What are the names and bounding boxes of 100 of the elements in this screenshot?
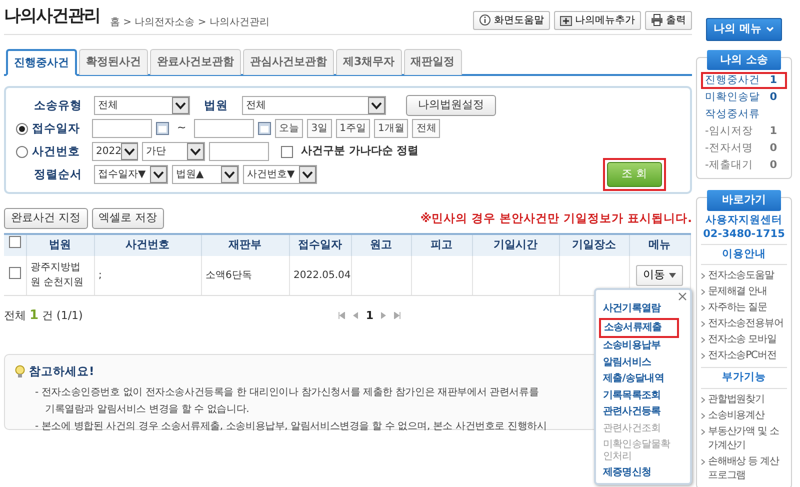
- printer-icon: [651, 14, 663, 26]
- chevron-right-icon: [701, 413, 705, 419]
- chevron-right-icon: [701, 353, 705, 360]
- date-range-button[interactable]: 1주일: [336, 119, 370, 138]
- date-input[interactable]: [194, 119, 254, 138]
- caret-icon: [669, 272, 676, 278]
- sidebar-link[interactable]: 전자소송도움말: [701, 268, 787, 284]
- action-button[interactable]: 완료사건 지정: [4, 208, 88, 228]
- tab[interactable]: 진행중사건: [6, 48, 77, 76]
- sidebar-link[interactable]: -전자서명 0: [701, 140, 787, 157]
- menu-item[interactable]: 기록목록조회: [601, 388, 681, 404]
- table-cell: ;: [98, 270, 102, 281]
- sidebar-link[interactable]: 전자소송 모바일: [701, 332, 787, 348]
- menu-item[interactable]: 알림서비스: [601, 354, 681, 371]
- column-header: 재판부: [201, 234, 289, 256]
- column-header: 원고: [351, 234, 411, 256]
- sidebar-link[interactable]: 전자소송PC버전: [701, 348, 787, 364]
- menu-item[interactable]: 소송비용납부: [601, 338, 681, 354]
- checkbox[interactable]: [8, 266, 21, 279]
- sidebar-link[interactable]: 관할법원찾기: [701, 392, 787, 408]
- first-page-icon[interactable]: [338, 312, 345, 320]
- sidebar-link[interactable]: 손해배상 등 계산 프로그램: [701, 454, 787, 484]
- sidebar-link[interactable]: 전자소송전용뷰어: [701, 316, 787, 332]
- field-label: 사건번호: [32, 142, 81, 160]
- select-field[interactable]: 전체: [94, 96, 190, 115]
- date-range-button[interactable]: 1개월: [374, 119, 408, 138]
- notice-text: - 본소에 병합된 사건의 경우 소송서류제출, 소송비용납부, 알림서비스변경을 할 수 없으며, 본소 사건번호로 진행하시: [34, 420, 547, 434]
- sidebar-link[interactable]: 자주하는 질문: [701, 300, 787, 316]
- tab[interactable]: 재판일정: [404, 48, 462, 75]
- next-page-icon[interactable]: [381, 312, 386, 320]
- previous-page-icon[interactable]: [352, 312, 358, 320]
- radio-button[interactable]: [16, 122, 28, 134]
- date-range-button[interactable]: 전체: [412, 119, 440, 138]
- date-input[interactable]: [92, 119, 152, 138]
- header-button[interactable]: 출력: [645, 10, 692, 30]
- chevron-right-icon: [701, 273, 705, 280]
- menu-item: 미확인송달물확인처리: [602, 438, 672, 464]
- sidebar-link[interactable]: 문제해결 안내: [701, 284, 787, 300]
- chevron-right-icon: [701, 429, 705, 435]
- menu-item[interactable]: 사건기록열람: [601, 301, 681, 318]
- caret-icon: [172, 97, 189, 114]
- page-number[interactable]: 1: [366, 308, 374, 324]
- info-icon: [479, 14, 491, 26]
- header-button[interactable]: 나의메뉴추가: [554, 10, 641, 30]
- section-title: 이용안내: [701, 244, 787, 266]
- select-field[interactable]: 2022: [92, 142, 138, 161]
- table-cell: 2022.05.04: [294, 270, 351, 281]
- caret-icon: [121, 143, 138, 160]
- checkbox[interactable]: [8, 236, 21, 248]
- menu-item[interactable]: 관련사건등록: [601, 404, 681, 420]
- sidebar-link[interactable]: 미확인송달 0: [701, 89, 787, 106]
- result-count: 전체 1 건 (1/1): [4, 307, 83, 325]
- menu-item[interactable]: 소송서류제출: [599, 318, 679, 338]
- move-button[interactable]: 이동: [636, 265, 683, 286]
- header-button[interactable]: 화면도움말: [473, 10, 550, 30]
- breadcrumb: 홈 > 나의전자소송 > 나의사건관리: [110, 16, 270, 30]
- caret-icon: [221, 166, 238, 183]
- sidebar-link[interactable]: -임시저장 1: [701, 123, 787, 140]
- select-field[interactable]: 전체: [242, 96, 386, 115]
- action-button[interactable]: 엑셀로 저장: [92, 208, 164, 228]
- date-range-button[interactable]: 3일: [307, 119, 332, 138]
- support-center-label: 사용자지원센터: [704, 212, 784, 226]
- checkbox[interactable]: [281, 146, 293, 158]
- tab[interactable]: 제3채무자: [336, 48, 402, 75]
- radio-button[interactable]: [16, 146, 28, 158]
- date-range-button[interactable]: 오늘: [275, 119, 304, 138]
- chevron-right-icon: [701, 459, 705, 465]
- sidebar-link[interactable]: 진행중사건 1: [701, 72, 787, 89]
- last-page-icon[interactable]: [394, 312, 402, 320]
- calendar-icon[interactable]: [156, 122, 169, 135]
- calendar-icon[interactable]: [258, 122, 272, 135]
- field-label: 법원: [203, 96, 229, 114]
- caret-icon: [150, 166, 167, 183]
- tab[interactable]: 관심사건보관함: [243, 48, 334, 75]
- sidebar-link[interactable]: 소송비용계산: [701, 408, 787, 424]
- chevron-right-icon: [701, 289, 705, 296]
- close-icon[interactable]: [678, 292, 687, 301]
- column-header: 기일시간: [472, 234, 559, 256]
- column-header: 접수일자: [289, 234, 351, 256]
- tab[interactable]: 완료사건보관함: [150, 48, 241, 75]
- case-number-input[interactable]: [209, 142, 269, 161]
- select-field[interactable]: 접수일자▼: [94, 165, 168, 184]
- my-menu-button[interactable]: 나의 메뉴: [706, 18, 782, 40]
- tab[interactable]: 확정된사건: [79, 48, 148, 75]
- column-header: 법원: [26, 234, 94, 256]
- caret-icon: [299, 166, 316, 183]
- sidebar-link[interactable]: 작성중서류: [701, 106, 787, 123]
- column-header: 피고: [411, 234, 472, 256]
- select-field[interactable]: 사건번호▼: [243, 165, 317, 184]
- court-settings-button[interactable]: 나의법원설정: [406, 95, 496, 116]
- sidebar-link[interactable]: 부동산가액 및 소가계산기: [701, 424, 787, 454]
- menu-item[interactable]: 제증명신청: [601, 464, 681, 481]
- sidebar-link[interactable]: -제출대기 0: [701, 157, 787, 174]
- select-field[interactable]: 법원▲: [172, 165, 239, 184]
- chevron-right-icon: [701, 321, 705, 328]
- menu-item[interactable]: 제출/송달내역: [601, 371, 681, 388]
- phone-number: 02-3480-1715: [702, 226, 786, 240]
- page-title: 나의사건관리: [4, 5, 100, 28]
- select-field[interactable]: 가단: [142, 142, 205, 161]
- notice-text: 기록열람과 알림서비스 변경을 할 수 없습니다.: [44, 402, 250, 417]
